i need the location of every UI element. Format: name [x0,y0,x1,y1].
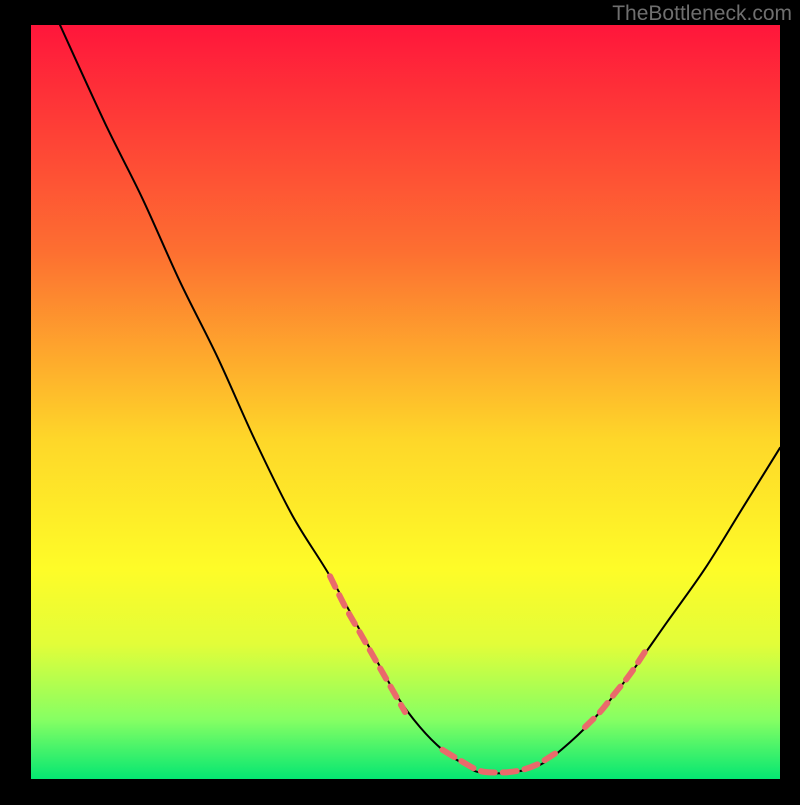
watermark-text: TheBottleneck.com [612,2,792,26]
plot-background [30,25,780,780]
chart-svg [0,0,800,800]
chart-root: TheBottleneck.com [0,0,800,800]
